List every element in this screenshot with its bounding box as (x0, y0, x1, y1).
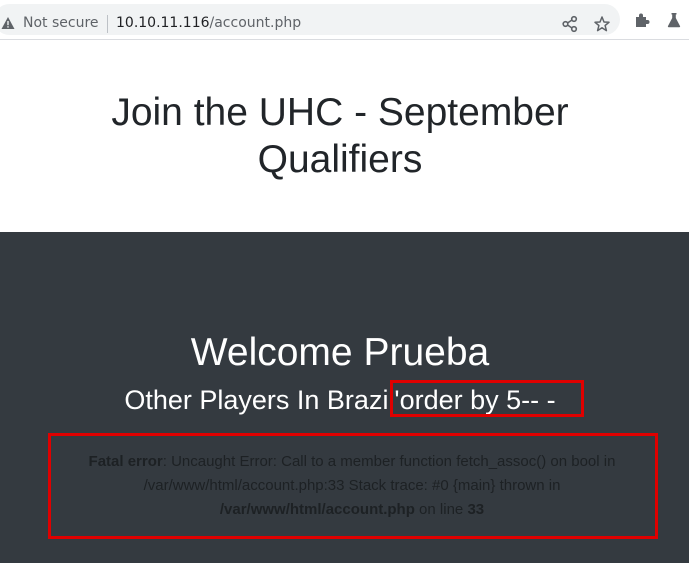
welcome-heading: Welcome Prueba (190, 331, 490, 374)
browser-toolbar: Not secure 10.10.11.116/account.php (0, 0, 689, 40)
extensions-icon[interactable] (633, 11, 651, 29)
address-bar[interactable]: Not secure 10.10.11.116/account.php (0, 4, 620, 35)
url-host: 10.10.11.116 (116, 15, 210, 31)
url-text[interactable]: 10.10.11.116/account.php (116, 15, 301, 32)
error-highlight-box (48, 433, 658, 539)
hero-section: Join the UHC - September Qualifiers (0, 41, 689, 232)
lab-flask-icon[interactable] (665, 11, 683, 29)
url-path: /account.php (209, 15, 302, 31)
account-section: Welcome Prueba Other Players In Brazil'o… (0, 232, 689, 563)
star-icon[interactable] (593, 15, 611, 33)
page-title: Join the UHC - September Qualifiers (111, 91, 569, 181)
security-status[interactable]: Not secure (23, 15, 99, 32)
share-icon[interactable] (561, 15, 579, 33)
injection-highlight-box (390, 380, 584, 417)
url-separator (107, 15, 108, 33)
warning-icon[interactable] (1, 16, 15, 30)
players-heading-text: Other Players In Brazi (124, 385, 389, 415)
